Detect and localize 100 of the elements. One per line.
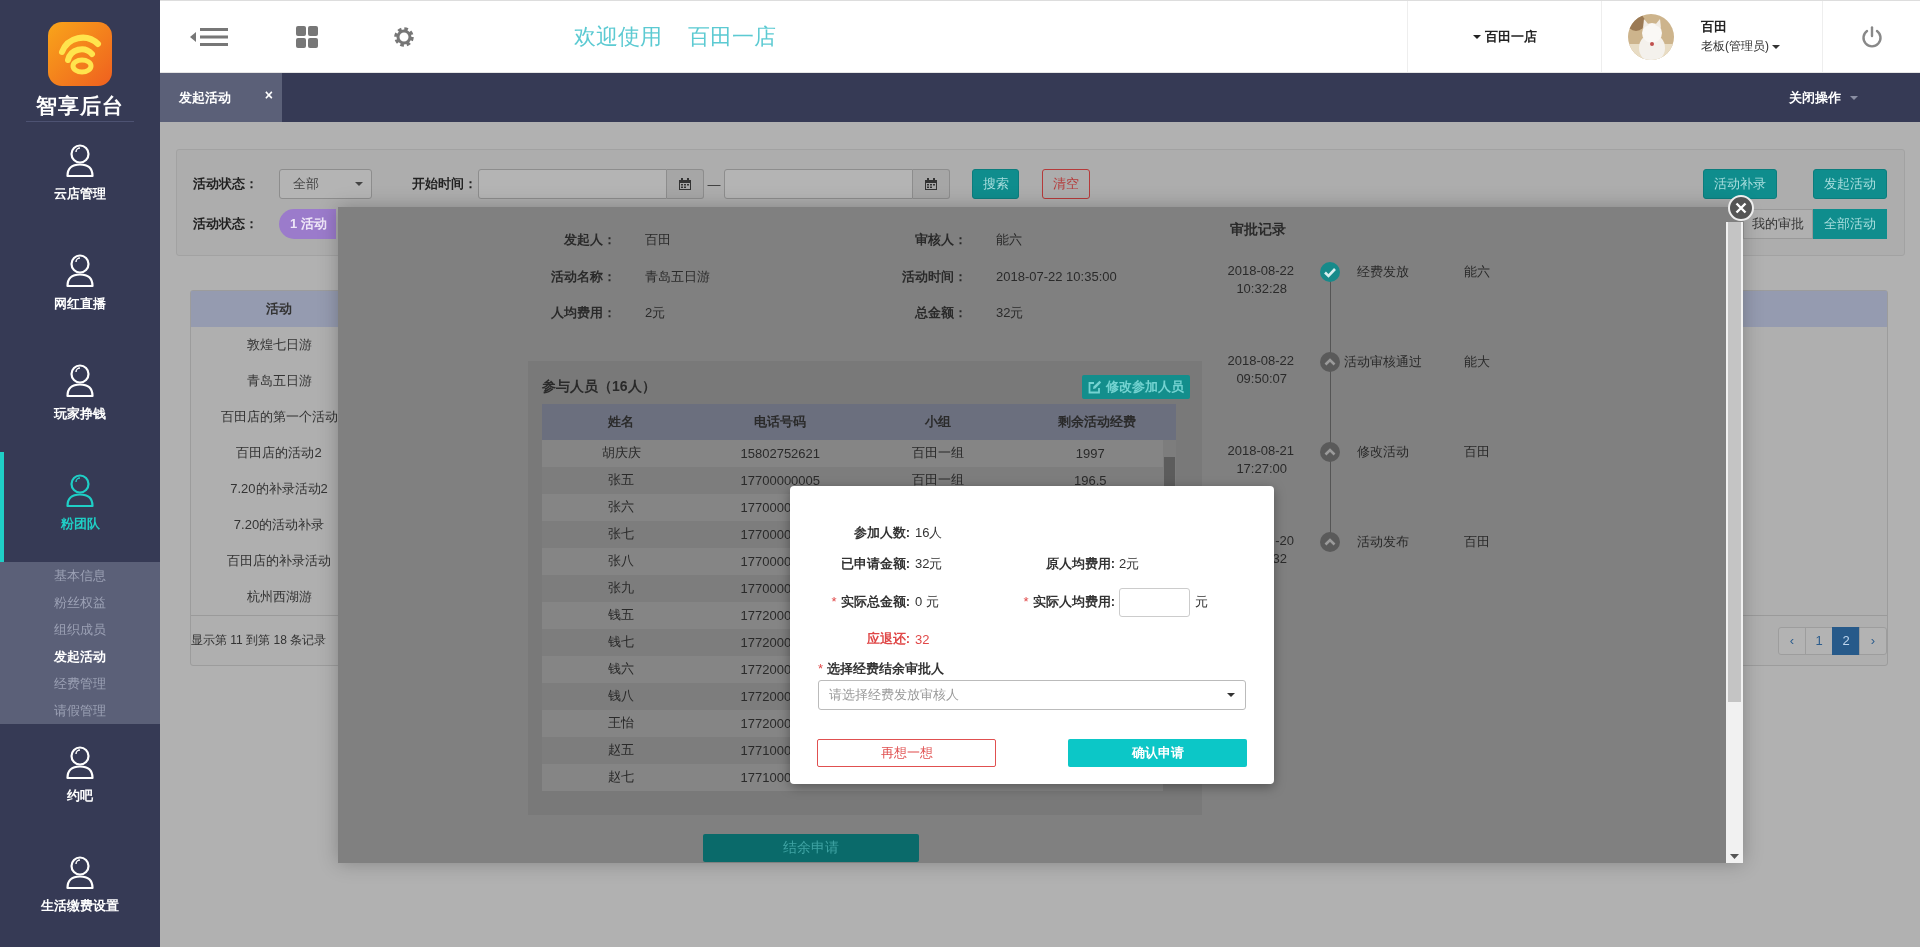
record-person: 能大 <box>1464 353 1490 371</box>
date-field[interactable] <box>478 169 667 199</box>
tab-close-button[interactable]: × <box>261 86 276 104</box>
field-label: 参加人数: <box>853 525 910 540</box>
info-value: 百田 <box>644 231 672 250</box>
record-event: 经费发放 <box>1356 263 1410 281</box>
required-mark: * <box>1023 594 1029 609</box>
edit-participants-button[interactable]: 修改参加人员 <box>1082 374 1190 399</box>
record-date: 2018-08-21 <box>1227 443 1294 458</box>
info-label: 总金额： <box>913 304 967 323</box>
submenu-item[interactable]: 请假管理 <box>0 697 160 724</box>
info-value: 能六 <box>995 231 1023 250</box>
chevron-up-icon <box>1320 532 1340 552</box>
welcome-text: 欢迎使用 <box>574 22 662 51</box>
table-cell: 百田店的活动2 <box>236 445 322 460</box>
required-mark: * <box>818 661 824 676</box>
person-icon <box>65 856 95 890</box>
sidebar-item[interactable]: 玩家挣钱 <box>0 342 156 452</box>
status-step: 1 活动 <box>279 209 336 239</box>
close-operations-menu[interactable]: 关闭操作 <box>1781 73 1858 122</box>
table-cell: 1770000 <box>740 580 792 596</box>
filter-label: 活动状态： <box>193 215 259 233</box>
record-time: 09:50:07 <box>1235 370 1288 388</box>
approver-select[interactable]: 请选择经费发放审核人 <box>818 680 1246 710</box>
caret-icon <box>1472 34 1481 39</box>
sidebar-item[interactable]: 网红直播 <box>0 232 156 342</box>
field-label: 应退还: <box>866 631 910 646</box>
record-time: 10:32:28 <box>1235 280 1288 298</box>
date-picker-button[interactable] <box>667 169 704 199</box>
clear-button[interactable]: 清空 <box>1042 169 1090 199</box>
sidebar-item[interactable]: 生活缴费设置 <box>0 834 156 944</box>
create-activity-button[interactable]: 发起活动 <box>1813 169 1887 199</box>
cancel-button[interactable]: 再想一想 <box>817 739 996 767</box>
record-event: 活动发布 <box>1356 533 1410 551</box>
table-cell: 17700000005 <box>740 472 821 488</box>
chevron-up-icon <box>1320 352 1340 372</box>
page-button[interactable]: 1 <box>1805 626 1833 655</box>
down-arrow-icon <box>1730 854 1739 859</box>
view-tab[interactable]: 我的审批 <box>1743 209 1813 239</box>
table-cell: 钱六 <box>608 661 635 676</box>
person-icon <box>65 144 95 178</box>
sidebar-item[interactable]: 云店管理 <box>0 122 156 232</box>
info-value: 青岛五日游 <box>644 267 711 286</box>
person-icon <box>65 746 95 780</box>
search-button[interactable]: 搜索 <box>972 169 1019 199</box>
page-button[interactable]: ‹ <box>1778 626 1806 655</box>
column-header: 小组 <box>925 413 952 429</box>
table-cell: 张七 <box>608 526 635 541</box>
table-cell: 王怡 <box>608 715 635 730</box>
store-title: 百田一店 <box>688 22 776 51</box>
calendar-icon <box>679 178 691 190</box>
scrollbar[interactable] <box>1726 222 1743 863</box>
record-person: 百田 <box>1464 533 1490 551</box>
status-select[interactable]: 全部 <box>279 169 372 199</box>
user-role-menu[interactable]: 老板(管理员) <box>1701 38 1780 55</box>
field-label: 原人均费用: <box>1045 556 1115 571</box>
person-icon <box>65 364 95 398</box>
filter-label: 开始时间： <box>412 175 478 193</box>
field-value: 2元 <box>1119 555 1140 573</box>
calendar-icon <box>925 178 937 190</box>
settings-icon[interactable] <box>393 25 415 48</box>
submenu-item[interactable]: 组织成员 <box>0 616 160 643</box>
field-label: 实际总金额: <box>840 594 910 609</box>
info-value: 32元 <box>995 304 1025 323</box>
record-date: -20 <box>1275 533 1294 548</box>
record-time: 17:27:00 <box>1235 460 1288 478</box>
store-dropdown[interactable]: 百田一店 <box>1472 27 1537 46</box>
page-button[interactable]: › <box>1859 626 1887 655</box>
submenu-item[interactable]: 粉丝权益 <box>0 589 160 616</box>
tab[interactable]: 发起活动 × <box>160 73 282 122</box>
range-separator: — <box>706 176 722 192</box>
table-cell: 钱八 <box>608 688 635 703</box>
table-cell: 张五 <box>608 472 635 487</box>
submenu-item[interactable]: 发起活动 <box>0 643 160 670</box>
page-button[interactable]: 2 <box>1832 626 1860 655</box>
table-cell: 赵七 <box>608 769 635 784</box>
caret-icon <box>1850 95 1858 100</box>
table-cell: 1771000 <box>740 742 792 758</box>
table-cell: 7.20的活动补录 <box>233 517 325 532</box>
confirm-button[interactable]: 确认申请 <box>1068 739 1247 767</box>
view-tab[interactable]: 全部活动 <box>1813 209 1887 239</box>
sidebar-item[interactable]: 约吧 <box>0 724 156 834</box>
table-cell: 敦煌七日游 <box>246 337 312 352</box>
menu-icon[interactable] <box>190 25 228 48</box>
record-date: 2018-08-22 <box>1227 263 1294 278</box>
table-cell: 张六 <box>608 499 635 514</box>
date-picker-button[interactable] <box>913 169 950 199</box>
close-icon[interactable] <box>1728 195 1754 221</box>
input-field[interactable] <box>1119 587 1190 617</box>
grid-icon[interactable] <box>296 25 318 48</box>
supplement-button[interactable]: 活动补录 <box>1703 169 1777 199</box>
table-cell: 百田店的补录活动 <box>227 553 331 568</box>
submenu-item[interactable]: 经费管理 <box>0 670 160 697</box>
submenu-item[interactable]: 基本信息 <box>0 562 160 589</box>
date-field[interactable] <box>724 169 913 199</box>
record-event: 修改活动 <box>1356 443 1410 461</box>
table-cell: 1770000 <box>740 526 792 542</box>
table-cell: 张八 <box>608 553 635 568</box>
field-value: 0 元 <box>915 594 939 609</box>
power-icon[interactable] <box>1860 25 1883 48</box>
